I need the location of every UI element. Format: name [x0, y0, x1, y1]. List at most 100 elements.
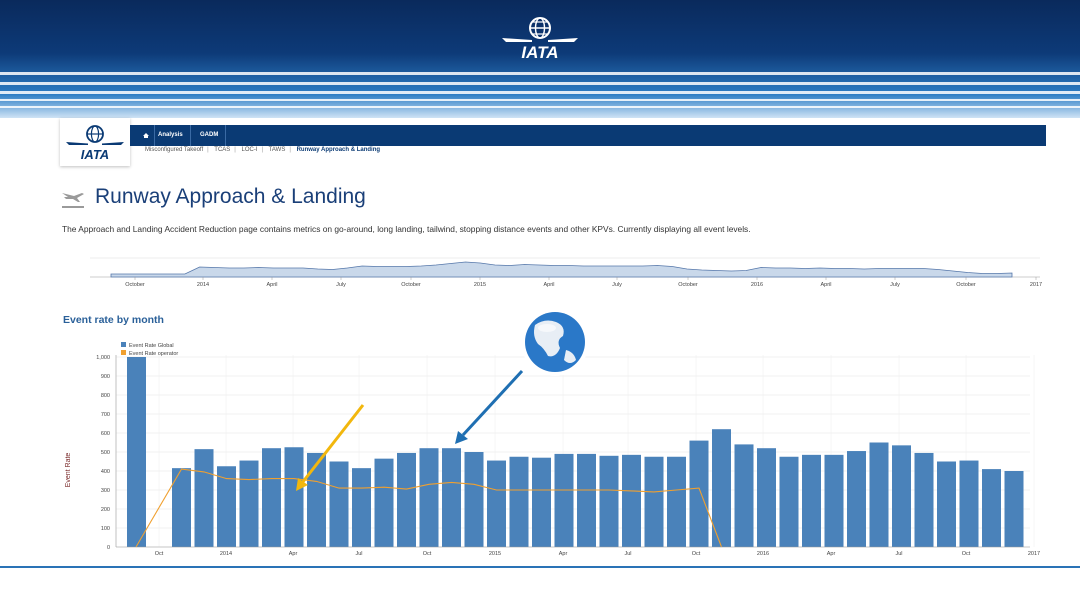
y-tick-label: 100	[101, 526, 110, 532]
navigator-tick-label: 2015	[474, 282, 486, 288]
navigator-tick-labels: October 2014 April July October 2015 April July…	[125, 277, 1042, 288]
navigator-tick-label: July	[612, 282, 622, 288]
svg-text:IATA: IATA	[81, 147, 109, 162]
bar	[959, 460, 979, 547]
navigator-tick-label: October	[125, 282, 145, 288]
navigator-tick-label: July	[336, 282, 346, 288]
bar	[892, 445, 911, 547]
y-tick-label: 200	[101, 507, 110, 513]
bar	[509, 456, 529, 547]
bar	[442, 448, 461, 547]
x-tick-label: 2016	[757, 551, 769, 557]
bar	[689, 440, 709, 547]
page-description: The Approach and Landing Accident Reduct…	[62, 224, 751, 234]
bar	[419, 448, 439, 547]
x-axis: Oct 2014 Apr Jul Oct 2015 Apr Jul Oct 2016 Apr Jul O…	[116, 546, 1040, 557]
x-tick-label: 2015	[489, 551, 501, 557]
bar	[577, 453, 596, 547]
nav-item-analysis[interactable]: Analysis	[151, 125, 191, 146]
bar	[307, 452, 326, 547]
bar	[127, 357, 146, 547]
breadcrumb-item[interactable]: TCAS	[214, 147, 230, 153]
y-tick-label: 300	[101, 488, 110, 494]
y-tick-label: 500	[101, 450, 110, 456]
header-banner: IATA	[0, 0, 1080, 118]
breadcrumb-item[interactable]: LOC-I	[242, 147, 258, 153]
bar	[487, 460, 506, 547]
navigator-tick-label: April	[820, 282, 831, 288]
nav-item-gadm[interactable]: GADM	[193, 125, 227, 146]
breadcrumb-item[interactable]: TAWS	[269, 147, 286, 153]
bar	[757, 448, 776, 547]
navigator-tick-label: April	[266, 282, 277, 288]
bar	[847, 451, 866, 547]
bar	[262, 448, 281, 547]
page-title: Runway Approach & Landing	[95, 185, 366, 208]
event-rate-chart: 0 100 200 300 400 500 600 700 800 900 1,000 Oct 201…	[65, 308, 1040, 557]
bar	[869, 442, 889, 547]
bar	[734, 444, 754, 547]
breadcrumb-item-active[interactable]: Runway Approach & Landing	[297, 147, 380, 153]
x-tick-label: Oct	[155, 551, 164, 557]
legend-label: Event Rate operator	[129, 351, 178, 357]
x-tick-label: Oct	[423, 551, 432, 557]
x-tick-label: Oct	[692, 551, 701, 557]
legend-swatch	[121, 342, 126, 347]
bar	[239, 460, 259, 547]
nav-logo-card[interactable]: IATA	[60, 118, 130, 166]
y-tick-label: 600	[101, 431, 110, 437]
bar	[937, 461, 956, 547]
navigator-tick-label: April	[543, 282, 554, 288]
bar	[194, 449, 214, 547]
chart-legend: Event Rate Global Event Rate operator	[121, 342, 178, 357]
navigator-tick-label: 2016	[751, 282, 763, 288]
x-tick-label: Apr	[827, 551, 836, 557]
x-tick-label: Jul	[355, 551, 362, 557]
blue-arrow	[461, 369, 524, 437]
bar	[464, 452, 484, 547]
y-tick-label: 700	[101, 412, 110, 418]
range-navigator[interactable]: October 2014 April July October 2015 April July…	[0, 252, 1080, 292]
iata-logo: IATA	[502, 17, 578, 62]
globe-highlight	[538, 324, 556, 332]
navigator-tick-label: October	[401, 282, 421, 288]
x-tick-label: 2014	[220, 551, 232, 557]
breadcrumb-item[interactable]: Misconfigured Takeoff	[145, 147, 203, 153]
x-tick-label: Apr	[559, 551, 568, 557]
bar	[352, 468, 371, 547]
bar	[779, 456, 799, 547]
footer-divider	[0, 566, 1080, 568]
y-axis-label: Event Rate	[65, 453, 72, 488]
x-tick-label: Jul	[895, 551, 902, 557]
bar	[667, 456, 686, 547]
navigator-tick-label: 2014	[197, 282, 209, 288]
svg-text:IATA: IATA	[521, 43, 558, 62]
bar	[284, 447, 304, 547]
x-tick-label: 2017	[1028, 551, 1040, 557]
x-tick-label: Oct	[962, 551, 971, 557]
bar	[914, 452, 934, 547]
bar	[802, 454, 821, 547]
navigator-tick-label: October	[678, 282, 698, 288]
y-axis: 0 100 200 300 400 500 600 700 800 900 1,000	[96, 355, 117, 551]
iata-logo: IATA	[66, 125, 124, 162]
globe-icon	[521, 308, 589, 376]
bar	[599, 455, 619, 547]
navigator-tick-label: 2017	[1030, 282, 1042, 288]
legend-label: Event Rate Global	[129, 343, 174, 349]
y-tick-label: 800	[101, 393, 110, 399]
legend-swatch	[121, 350, 126, 355]
y-tick-label: 1,000	[96, 355, 110, 361]
bar	[982, 469, 1001, 547]
navigator-area	[110, 261, 1013, 278]
y-tick-label: 900	[101, 374, 110, 380]
bar	[374, 458, 394, 547]
breadcrumb: Misconfigured Takeoff | TCAS | LOC-I | TAWS…	[145, 147, 381, 153]
main-navbar: Analysis GADM	[130, 125, 1046, 146]
bar	[554, 453, 574, 547]
bar	[622, 454, 641, 547]
bar	[397, 452, 416, 547]
bar	[329, 461, 349, 547]
bar	[644, 456, 664, 547]
bar	[824, 454, 844, 547]
